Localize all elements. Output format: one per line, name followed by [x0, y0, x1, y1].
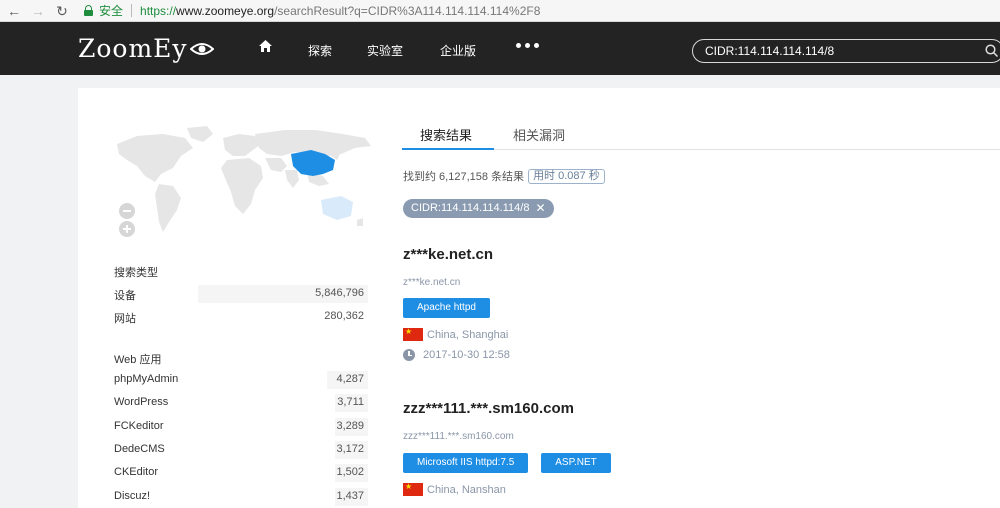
- service-badge[interactable]: Microsoft IIS httpd:7.5: [403, 453, 529, 473]
- back-arrow-icon[interactable]: ←: [6, 0, 22, 22]
- result-badges: Apache httpd: [403, 298, 490, 318]
- url-scheme: https://: [140, 3, 177, 18]
- web-apps-heading: Web 应用: [114, 354, 162, 366]
- eye-icon: [189, 42, 214, 55]
- result-item: z***ke.net.cn z***ke.net.cn Apache httpd…: [403, 246, 510, 361]
- nav-enterprise[interactable]: 企业版: [440, 42, 476, 59]
- result-time: 2017-10-30 12:58: [403, 349, 510, 361]
- url-host: www.zoomeye.org: [176, 3, 275, 18]
- sidebar-item-label: 网站: [114, 313, 136, 326]
- active-tab-indicator: [402, 148, 494, 150]
- nav-explore[interactable]: 探索: [308, 42, 332, 59]
- result-location: China, Shanghai: [403, 327, 508, 341]
- service-badge[interactable]: Apache httpd: [403, 298, 490, 318]
- timestamp-text: 2017-10-30 12:58: [423, 349, 510, 361]
- china-flag-icon: [403, 327, 423, 341]
- lock-icon: [84, 4, 93, 16]
- zoom-out-button[interactable]: [119, 203, 135, 219]
- sidebar-item-label: DedeCMS: [114, 442, 165, 455]
- sidebar-row-[interactable]: 设备 5,846,796: [114, 285, 368, 303]
- sidebar-row-discuz[interactable]: Discuz! 1,437: [114, 487, 368, 506]
- home-icon[interactable]: [259, 40, 272, 52]
- nav-lab[interactable]: 实验室: [367, 42, 403, 59]
- sidebar-item-count: 3,289: [336, 419, 364, 432]
- more-menu-icon[interactable]: [516, 43, 539, 48]
- search-type-heading: 搜索类型: [114, 267, 158, 279]
- result-title[interactable]: zzz***111.***.sm160.com: [403, 400, 574, 417]
- sidebar-item-count: 3,711: [337, 396, 364, 409]
- china-flag-icon: [403, 482, 423, 496]
- sidebar-row-[interactable]: 网站 280,362: [114, 308, 368, 326]
- address-divider: [131, 4, 133, 17]
- sidebar-item-count: 5,846,796: [315, 287, 364, 299]
- filter-chip-label: CIDR:114.114.114.114/8: [411, 202, 530, 214]
- sidebar-row-dedecms[interactable]: DedeCMS 3,172: [114, 440, 368, 459]
- sidebar-row-phpmyadmin[interactable]: phpMyAdmin 4,287: [114, 371, 368, 389]
- result-title[interactable]: z***ke.net.cn: [403, 246, 493, 263]
- sidebar-row-ckeditor[interactable]: CKEditor 1,502: [114, 464, 368, 483]
- result-location: China, Nanshan: [403, 482, 506, 496]
- sidebar-item-label: 设备: [114, 290, 136, 302]
- close-icon[interactable]: ✕: [535, 199, 545, 218]
- site-header: ZoomEy 探索 实验室 企业版: [0, 22, 1000, 75]
- location-text[interactable]: China, Shanghai: [427, 329, 508, 341]
- location-text[interactable]: China, Nanshan: [427, 484, 506, 496]
- zoom-in-button[interactable]: [119, 221, 135, 237]
- result-badges: Microsoft IIS httpd:7.5 ASP.NET: [403, 453, 611, 473]
- result-stats: 找到约 6,127,158 条结果 用时 0.087 秒: [403, 168, 605, 184]
- sidebar-item-count: 1,502: [336, 466, 364, 479]
- tab-search-results[interactable]: 搜索结果: [420, 125, 472, 144]
- search-input[interactable]: [692, 39, 1000, 63]
- search-icon[interactable]: [985, 44, 998, 57]
- browser-toolbar: ← → ↻ 安全 https://www.zoomeye.org/searchR…: [0, 0, 1000, 22]
- sidebar-item-count: 3,172: [336, 442, 364, 455]
- timing-badge: 用时 0.087 秒: [528, 168, 605, 184]
- clock-icon: [403, 349, 415, 361]
- tab-related-vulns[interactable]: 相关漏洞: [513, 125, 565, 144]
- result-subtitle[interactable]: z***ke.net.cn: [403, 277, 460, 288]
- zoomeye-logo[interactable]: ZoomEy: [78, 34, 214, 63]
- result-item: zzz***111.***.sm160.com zzz***111.***.sm…: [403, 400, 611, 496]
- sidebar-item-label: phpMyAdmin: [114, 373, 179, 385]
- sidebar-item-count: 280,362: [324, 310, 364, 323]
- secure-label: 安全: [99, 4, 124, 18]
- service-badge[interactable]: ASP.NET: [541, 453, 611, 473]
- url-path: /searchResult?q=CIDR%3A114.114.114.114%2…: [274, 3, 541, 18]
- world-map[interactable]: [115, 126, 373, 238]
- logo-text: ZoomEy: [78, 34, 188, 63]
- forward-arrow-icon[interactable]: →: [30, 0, 46, 22]
- sidebar-item-label: FCKeditor: [114, 419, 164, 432]
- sidebar-item-count: 4,287: [336, 373, 364, 385]
- filter-chip[interactable]: CIDR:114.114.114.114/8 ✕: [403, 199, 554, 218]
- result-subtitle[interactable]: zzz***111.***.sm160.com: [403, 431, 514, 442]
- sidebar-row-fckeditor[interactable]: FCKeditor 3,289: [114, 417, 368, 436]
- address-bar[interactable]: https://www.zoomeye.org/searchResult?q=C…: [140, 4, 540, 18]
- reload-icon[interactable]: ↻: [54, 0, 70, 22]
- world-map-graphic: [117, 126, 371, 232]
- sidebar-item-label: WordPress: [114, 396, 169, 409]
- result-count: 找到约 6,127,158 条结果: [403, 171, 525, 183]
- sidebar-item-label: CKEditor: [114, 466, 159, 479]
- sidebar-row-wordpress[interactable]: WordPress 3,711: [114, 394, 368, 413]
